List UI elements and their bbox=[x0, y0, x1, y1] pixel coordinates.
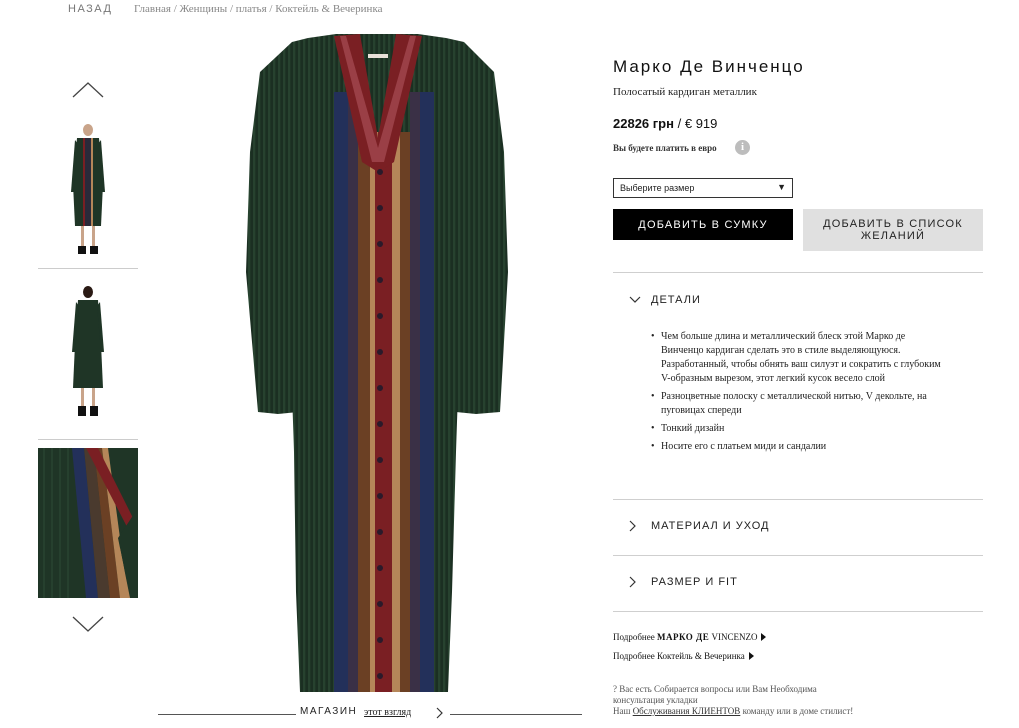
divider-line bbox=[158, 714, 296, 715]
size-select-value: Выберите размер bbox=[620, 183, 695, 193]
thumbs-down-button[interactable] bbox=[38, 612, 138, 636]
shop-the-look: МАГАЗИН этот взгляд bbox=[158, 704, 582, 724]
brand-name[interactable]: Марко Де Винченцо bbox=[613, 57, 805, 77]
help-text: ? Вас есть Собирается вопросы или Вам Не… bbox=[613, 684, 863, 717]
more-brand-rest: VINCENZO bbox=[711, 632, 758, 642]
thumbnail-gallery bbox=[38, 78, 138, 636]
more-category-name: Коктейль & Вечеринка bbox=[656, 651, 745, 661]
divider bbox=[613, 555, 983, 556]
breadcrumb-women[interactable]: Женщины bbox=[180, 3, 228, 15]
accordion-details-title: ДЕТАЛИ bbox=[651, 294, 701, 306]
model-back-image bbox=[72, 286, 104, 416]
thumbnail-detail[interactable] bbox=[38, 448, 138, 598]
shop-look-link[interactable]: этот взгляд bbox=[364, 707, 411, 718]
price-eur: € 919 bbox=[684, 116, 718, 131]
more-brand-prefix: Подробнее bbox=[613, 632, 655, 642]
product-price: 22826 грн / € 919 bbox=[613, 116, 717, 131]
thumbnail-front[interactable] bbox=[38, 116, 138, 268]
help-line-1: ? Вас есть Собирается вопросы или Вам Не… bbox=[613, 684, 817, 705]
chevron-right-icon bbox=[629, 520, 641, 532]
add-to-bag-button[interactable]: ДОБАВИТЬ В СУМКУ bbox=[613, 209, 793, 240]
back-link[interactable]: НАЗАД bbox=[68, 3, 112, 15]
divider bbox=[613, 499, 983, 500]
chevron-up-icon bbox=[72, 82, 104, 98]
detail-item: Разноцветные полоску с металлической нит… bbox=[651, 390, 941, 418]
accordion-size-header[interactable]: РАЗМЕР И FIT bbox=[629, 576, 738, 588]
price-separator: / bbox=[677, 116, 682, 131]
top-nav: НАЗАД Главная / Женщины / платья / Кокте… bbox=[0, 0, 1019, 20]
accordion-size-title: РАЗМЕР И FIT bbox=[651, 576, 738, 588]
help-line-2-pre: Наш bbox=[613, 706, 631, 716]
divider bbox=[613, 272, 983, 273]
more-brand-bold: МАРКО ДЕ bbox=[656, 632, 710, 642]
size-select[interactable]: Выберите размер ▼ bbox=[613, 178, 793, 198]
customer-service-link[interactable]: Обслуживания КЛИЕНТОВ bbox=[633, 706, 741, 716]
thumbnail-back[interactable] bbox=[38, 269, 138, 439]
chevron-down-icon bbox=[72, 616, 104, 632]
cardigan-image bbox=[246, 34, 508, 692]
main-product-image[interactable] bbox=[238, 32, 518, 694]
divider bbox=[613, 611, 983, 612]
product-name: Полосатый кардиган металлик bbox=[613, 86, 757, 98]
divider-line bbox=[450, 714, 582, 715]
breadcrumb-home[interactable]: Главная bbox=[134, 3, 171, 15]
accordion-details-header[interactable]: ДЕТАЛИ bbox=[629, 294, 701, 306]
info-icon[interactable]: i bbox=[735, 140, 750, 155]
chevron-right-icon bbox=[436, 707, 443, 719]
detail-item: Чем больше длина и металлический блеск э… bbox=[651, 330, 941, 386]
triangle-right-icon bbox=[748, 652, 754, 660]
breadcrumb: Главная / Женщины / платья / Коктейль & … bbox=[134, 3, 383, 15]
add-to-wishlist-button[interactable]: ДОБАВИТЬ В СПИСОК ЖЕЛАНИЙ bbox=[803, 209, 983, 251]
more-category-prefix: Подробнее bbox=[613, 651, 655, 661]
breadcrumb-cocktail[interactable]: Коктейль & Вечеринка bbox=[275, 3, 382, 15]
dropdown-caret-icon: ▼ bbox=[777, 182, 786, 192]
breadcrumb-dresses[interactable]: платья bbox=[236, 3, 267, 15]
chevron-right-icon bbox=[629, 576, 641, 588]
fabric-detail-image bbox=[38, 448, 138, 598]
more-from-brand-link[interactable]: Подробнее МАРКО ДЕ VINCENZO bbox=[613, 632, 767, 642]
shop-look-label: МАГАЗИН bbox=[300, 706, 358, 717]
detail-item: Носите его с платьем миди и сандалии bbox=[651, 440, 941, 454]
chevron-down-icon bbox=[629, 296, 641, 304]
detail-item: Тонкий дизайн bbox=[651, 422, 941, 436]
more-from-category-link[interactable]: Подробнее Коктейль & Вечеринка bbox=[613, 651, 754, 661]
accordion-care-title: МАТЕРИАЛ И УХОД bbox=[651, 520, 770, 532]
details-list: Чем больше длина и металлический блеск э… bbox=[651, 330, 941, 458]
accordion-care-header[interactable]: МАТЕРИАЛ И УХОД bbox=[629, 520, 769, 532]
price-uah: 22826 грн bbox=[613, 116, 674, 131]
triangle-right-icon bbox=[761, 633, 767, 641]
thumbs-up-button[interactable] bbox=[38, 78, 138, 102]
help-line-2-post: команду или в доме стилист! bbox=[742, 706, 854, 716]
help-line-2: Наш Обслуживания КЛИЕНТОВ команду или в … bbox=[613, 706, 863, 717]
currency-note: Вы будете платить в евро bbox=[613, 143, 717, 153]
model-front-image bbox=[71, 124, 105, 254]
